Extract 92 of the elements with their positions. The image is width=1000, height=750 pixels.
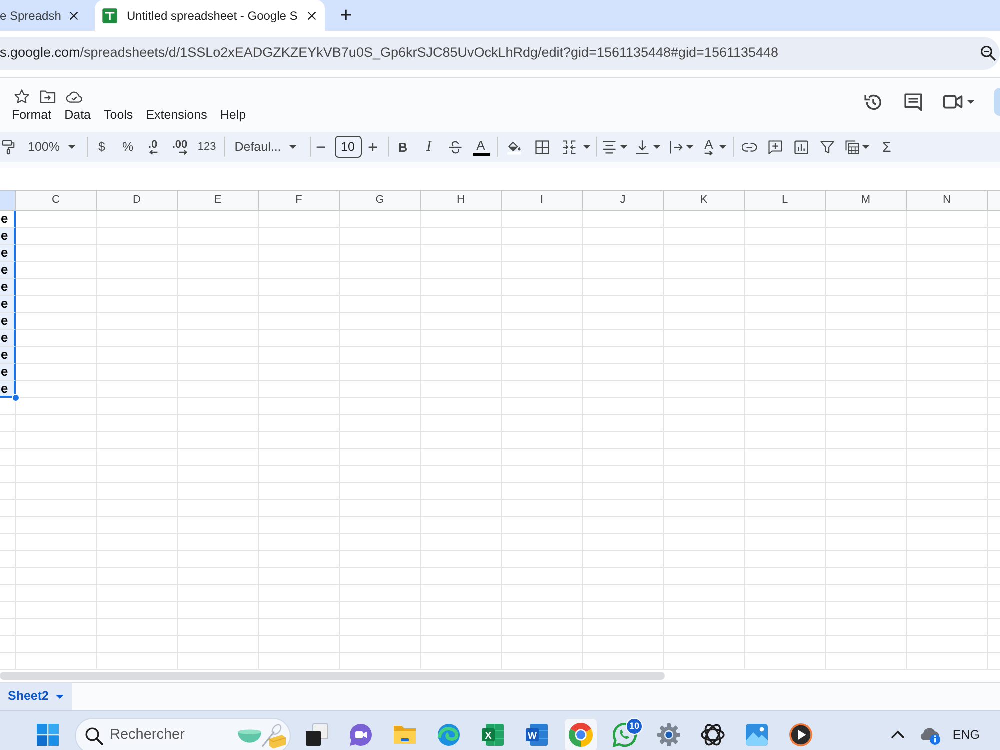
menu-item[interactable]: Help (220, 106, 246, 124)
browser-icon (569, 723, 593, 747)
caret-icon[interactable] (653, 145, 661, 149)
table-cell: e (0, 296, 16, 313)
baking-drawing (237, 724, 287, 748)
chevron-up-icon[interactable] (890, 729, 906, 741)
windows-icon (37, 724, 59, 746)
table-cell: e (0, 347, 16, 364)
align-icon[interactable] (602, 140, 616, 154)
play-icon (789, 723, 813, 747)
history-icon[interactable] (864, 92, 883, 112)
cloud-info-icon[interactable] (918, 725, 941, 745)
currency-button[interactable]: $ (98, 140, 106, 154)
rings-icon (701, 723, 725, 747)
photos-icon (745, 723, 769, 747)
notification-badge: 10 (626, 718, 643, 735)
star-icon[interactable] (14, 89, 30, 105)
cloud-check-icon[interactable] (66, 89, 83, 105)
wrap-icon[interactable] (668, 140, 684, 154)
caret-icon[interactable] (56, 694, 64, 698)
filter-icon[interactable] (820, 140, 834, 154)
table-icon[interactable] (844, 140, 860, 154)
comment-icon[interactable] (904, 92, 923, 112)
sheet-icon (102, 8, 118, 24)
caret-icon[interactable] (620, 145, 628, 149)
caret-icon[interactable] (862, 145, 870, 149)
new-tab-button[interactable]: + (340, 0, 352, 31)
merge-cells-icon[interactable] (562, 140, 576, 154)
decrease-decimal-button[interactable]: .0 (148, 140, 158, 154)
caret-icon[interactable] (68, 145, 76, 149)
arrow-right-icon (178, 150, 188, 154)
menu-item[interactable]: Format (12, 106, 52, 124)
arrow-left-icon (148, 150, 158, 154)
menu-item[interactable]: Extensions (146, 106, 208, 124)
task-view-icon (305, 723, 329, 747)
close-icon[interactable] (307, 10, 317, 20)
increase-decimal-button[interactable]: .00 (172, 140, 188, 154)
add-comment-icon[interactable] (768, 140, 782, 154)
caret-icon[interactable] (583, 145, 591, 149)
percent-button[interactable]: % (122, 140, 134, 154)
taskbar-button[interactable]: X (476, 718, 510, 750)
taskbar-button[interactable]: W (520, 718, 554, 750)
caret-icon[interactable] (719, 145, 727, 149)
url-text: s.google.com/spreadsheets/d/1SSLo2xEADGZKZEYkVB7u0S_Gp6krSJC85UvOckLhRdg/edit?gid=1561135448#gid=1561135448 (0, 44, 779, 62)
folder-move-icon[interactable] (40, 89, 56, 105)
table-cell: e (0, 262, 16, 279)
gear-icon (657, 723, 681, 747)
increase-size-button[interactable]: + (368, 138, 378, 156)
taskbar-button[interactable]: 10 (608, 718, 642, 750)
vertical-align-icon[interactable] (634, 140, 650, 154)
font-dropdown[interactable]: Defaul... (234, 140, 282, 154)
table-cell: e (0, 228, 16, 245)
bold-button[interactable]: B (398, 140, 408, 154)
table-cell: e (0, 364, 16, 381)
caret-icon[interactable] (686, 145, 694, 149)
search-field[interactable]: Rechercher (110, 725, 230, 747)
font-size-field[interactable]: 10 (334, 136, 362, 158)
close-icon[interactable] (69, 10, 79, 20)
scrollbar-thumb[interactable] (0, 672, 665, 680)
menu-item[interactable]: Tools (104, 106, 134, 124)
browser-tab[interactable]: e Spreadsh (0, 0, 95, 31)
sheet-tab[interactable]: Sheet2 (0, 683, 72, 710)
table-cell: e (0, 245, 16, 262)
table-cell: e (0, 381, 16, 398)
decrease-size-button[interactable]: − (316, 138, 326, 156)
paint-format-icon[interactable] (0, 140, 16, 154)
number-format-button[interactable]: 123 (198, 142, 216, 152)
text-rotation-button[interactable]: A (703, 138, 715, 156)
zoom-dropdown[interactable]: 100% (28, 140, 60, 154)
folder-icon (393, 723, 417, 747)
caret-icon[interactable] (967, 100, 975, 104)
zoom-out-icon[interactable] (980, 45, 997, 62)
arrow-right-icon (703, 151, 715, 156)
swirl-icon (437, 723, 461, 747)
language-indicator[interactable]: ENG (952, 726, 980, 744)
text-color-button[interactable]: A (472, 138, 490, 156)
strikethrough-icon[interactable] (448, 140, 462, 154)
search-icon (85, 726, 104, 746)
browser-tab[interactable]: Untitled spreadsheet - Google S (95, 0, 325, 31)
caret-icon[interactable] (289, 145, 297, 149)
search-bar[interactable]: Rechercher (75, 718, 291, 750)
video-chat-icon (349, 723, 373, 747)
fill-color-icon[interactable] (506, 140, 522, 154)
borders-icon[interactable] (534, 140, 550, 154)
table-cell: e (0, 330, 16, 347)
table-cell: e (0, 313, 16, 330)
menu-item[interactable]: Data (64, 106, 91, 124)
italic-button[interactable]: I (426, 140, 432, 154)
address-bar[interactable]: s.google.com/spreadsheets/d/1SSLo2xEADGZKZEYkVB7u0S_Gp6krSJC85UvOckLhRdg/edit?gid=1561135448#gid=1561135448 (0, 37, 1000, 70)
table-cell: e (0, 279, 16, 296)
functions-button[interactable]: Σ (882, 140, 892, 154)
chart-icon[interactable] (794, 140, 808, 154)
